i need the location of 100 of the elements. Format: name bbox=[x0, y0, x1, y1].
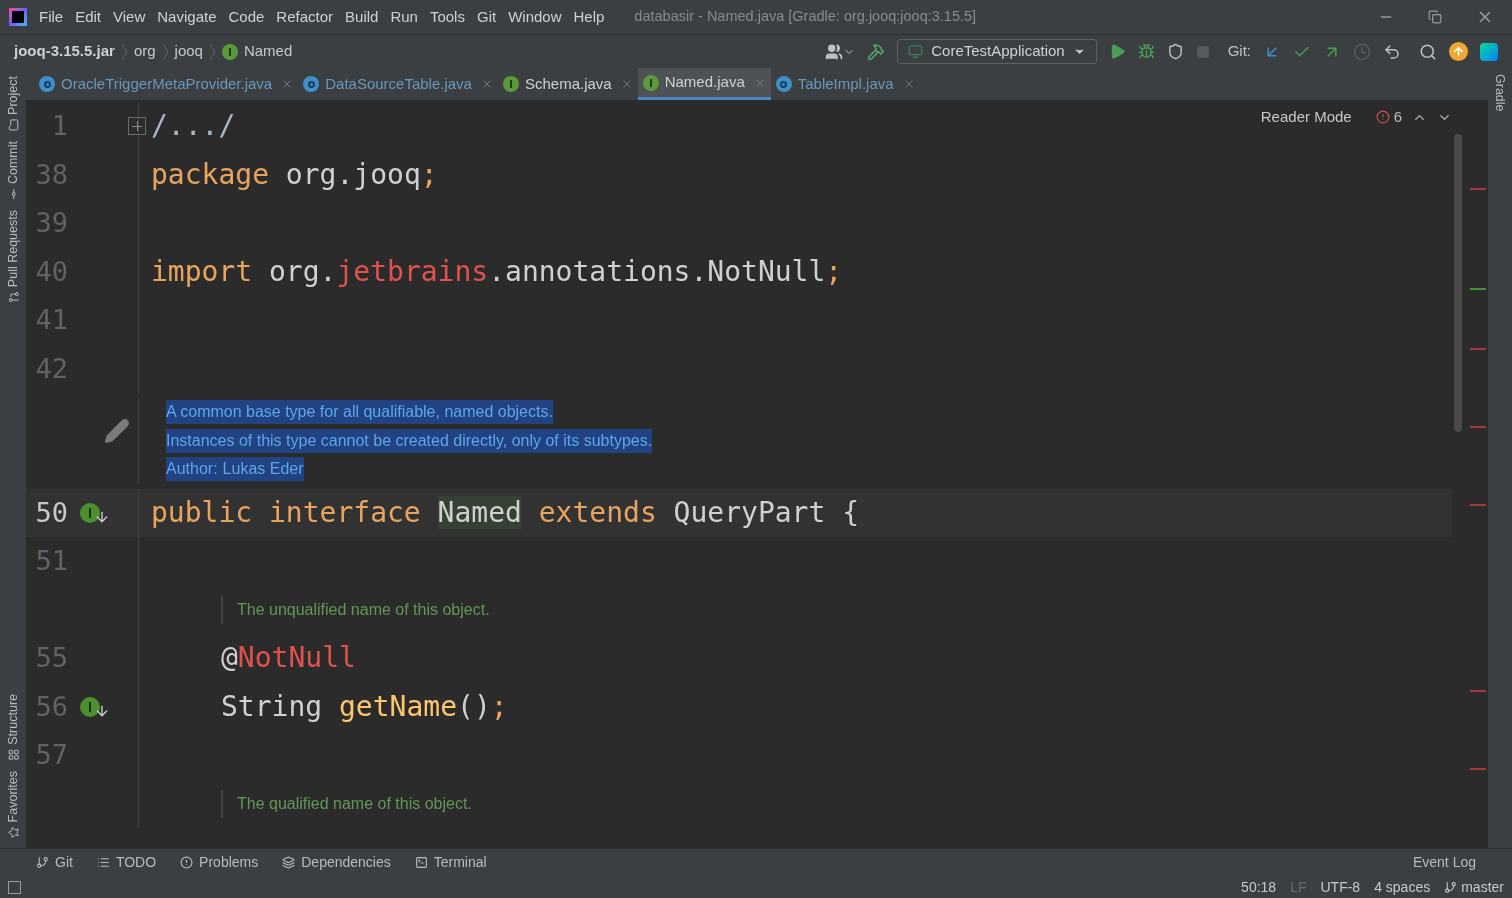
line-number: 55 bbox=[34, 641, 68, 675]
doc-comment-text: Instances of this type cannot be created directly, only of its subtypes. bbox=[166, 428, 653, 453]
breadcrumb[interactable]: jooq-3.15.5.jar bbox=[14, 40, 115, 63]
hammer-icon[interactable] bbox=[867, 42, 886, 61]
interface-icon bbox=[502, 76, 519, 92]
tool-window-tab[interactable]: Dependencies bbox=[282, 852, 391, 873]
editor-tab[interactable]: OracleTriggerMetaProvider.java bbox=[34, 68, 299, 100]
list-icon bbox=[96, 856, 110, 869]
line-number: 51 bbox=[34, 544, 68, 578]
git-label: Git: bbox=[1227, 41, 1251, 62]
separator-icon bbox=[120, 42, 128, 61]
tool-window-button[interactable]: Structure bbox=[0, 693, 31, 761]
line-number: 41 bbox=[34, 303, 68, 337]
tool-window-button[interactable]: Favorites bbox=[0, 770, 31, 838]
layers-icon bbox=[282, 856, 296, 869]
code-line: @NotNull bbox=[221, 640, 356, 677]
menu-item[interactable]: Window bbox=[502, 5, 568, 29]
code-line: import org.jetbrains.annotations.NotNull; bbox=[151, 253, 843, 290]
status-item[interactable]: 50:18 bbox=[1241, 876, 1277, 898]
menu-item[interactable]: Tools bbox=[423, 5, 471, 29]
line-number: 57 bbox=[34, 738, 68, 772]
menu-item[interactable]: Code bbox=[222, 5, 271, 29]
doc-comment-text: The unqualified name of this object. bbox=[237, 599, 490, 620]
line-number: 1 bbox=[50, 109, 68, 143]
alert-icon bbox=[180, 856, 194, 869]
run-configuration-dropdown[interactable]: CoreTestApplication bbox=[897, 39, 1097, 64]
editor-tab[interactable]: TableImpl.java bbox=[770, 68, 920, 100]
coverage-icon[interactable] bbox=[1166, 43, 1184, 60]
user-menu-button[interactable] bbox=[825, 42, 856, 61]
git-branch-widget[interactable]: master bbox=[1444, 876, 1504, 898]
tool-window-button[interactable]: Commit bbox=[0, 140, 31, 200]
restore-icon[interactable] bbox=[1428, 10, 1442, 24]
tool-window-button[interactable]: Pull Requests bbox=[0, 209, 31, 304]
line-number: 50 bbox=[34, 495, 68, 530]
grid-icon bbox=[7, 748, 19, 761]
error-icon bbox=[1375, 110, 1390, 125]
branch-icon bbox=[36, 856, 49, 869]
editor-tab[interactable]: DataSourceTable.java bbox=[298, 68, 498, 100]
menu-item[interactable]: Run bbox=[384, 5, 424, 29]
doc-comment-text: A common base type for all qualifiable, named objects. bbox=[166, 400, 553, 425]
code-line: public interface Named extends QueryPart { bbox=[151, 494, 860, 531]
menu-item[interactable]: Git bbox=[470, 5, 503, 29]
plugin-logo-icon[interactable] bbox=[1480, 42, 1498, 61]
class-icon bbox=[775, 76, 792, 92]
class-icon bbox=[39, 76, 55, 92]
separator-icon bbox=[208, 42, 216, 61]
line-number: 40 bbox=[34, 254, 68, 289]
menu-item[interactable]: Refactor bbox=[270, 5, 340, 29]
editor-tab[interactable]: Named.java bbox=[637, 68, 771, 100]
event-log-button[interactable]: Event Log bbox=[1412, 852, 1476, 873]
doc-comment-text: Author: bbox=[166, 457, 218, 482]
breadcrumb[interactable]: org bbox=[133, 40, 156, 63]
code-line: package org.jooq; bbox=[151, 156, 438, 193]
tool-window-tab[interactable]: TODO bbox=[96, 852, 157, 873]
reader-mode-button[interactable]: Reader Mode bbox=[1260, 106, 1366, 129]
breadcrumb[interactable]: jooq bbox=[174, 40, 203, 63]
code-line: String getName(); bbox=[221, 688, 508, 725]
search-icon[interactable] bbox=[1419, 42, 1437, 61]
terminal-icon bbox=[414, 856, 428, 869]
status-item[interactable]: 4 spaces bbox=[1374, 876, 1431, 898]
doc-comment-text: The qualified name of this object. bbox=[237, 793, 472, 814]
line-number: 39 bbox=[34, 206, 68, 240]
fold-toggle-icon[interactable] bbox=[128, 117, 146, 136]
menu-item[interactable]: Build bbox=[339, 5, 385, 29]
debug-icon[interactable] bbox=[1137, 43, 1155, 60]
monitor-icon bbox=[908, 44, 924, 59]
menu-item[interactable]: Navigate bbox=[151, 5, 223, 29]
tool-window-button[interactable]: Gradle bbox=[1482, 74, 1512, 112]
pull-request-icon bbox=[7, 291, 19, 304]
menu-item[interactable]: File bbox=[33, 5, 70, 29]
separator-icon bbox=[161, 42, 169, 61]
tool-window-tab[interactable]: Problems bbox=[180, 852, 259, 873]
tool-window-tab[interactable]: Terminal bbox=[414, 852, 487, 873]
line-number: 42 bbox=[34, 351, 68, 386]
rollback-icon[interactable] bbox=[1383, 42, 1401, 61]
tool-window-tab[interactable]: Git bbox=[36, 852, 73, 873]
problems-counter[interactable]: 6 bbox=[1375, 106, 1402, 129]
code-line: /.../ bbox=[151, 108, 236, 145]
menu-item[interactable]: Help bbox=[567, 5, 611, 29]
interface-icon bbox=[642, 74, 659, 91]
window-title: databasir - Named.java [Gradle: org.jooq:jooq:3.15.5] bbox=[634, 7, 977, 27]
edit-icon[interactable] bbox=[104, 417, 130, 444]
line-number: 56 bbox=[34, 689, 68, 724]
tool-window-button[interactable]: Project bbox=[0, 76, 31, 131]
update-icon[interactable] bbox=[1449, 42, 1468, 61]
breadcrumb[interactable]: Named bbox=[243, 40, 293, 63]
toggle-tool-windows-icon[interactable] bbox=[8, 880, 21, 894]
users-icon bbox=[825, 42, 844, 61]
author-link[interactable]: Lukas Eder bbox=[217, 457, 304, 482]
editor-tab[interactable]: Schema.java bbox=[497, 68, 638, 100]
star-icon bbox=[7, 826, 19, 838]
folder-icon bbox=[7, 118, 19, 131]
interface-icon bbox=[221, 43, 238, 60]
menu-item[interactable]: View bbox=[107, 5, 152, 29]
class-icon bbox=[303, 76, 320, 92]
branch-icon bbox=[1444, 880, 1458, 894]
status-item[interactable]: UTF-8 bbox=[1320, 876, 1361, 898]
menu-item[interactable]: Edit bbox=[69, 5, 108, 29]
app-logo-icon bbox=[9, 8, 27, 26]
line-number: 38 bbox=[34, 157, 68, 192]
